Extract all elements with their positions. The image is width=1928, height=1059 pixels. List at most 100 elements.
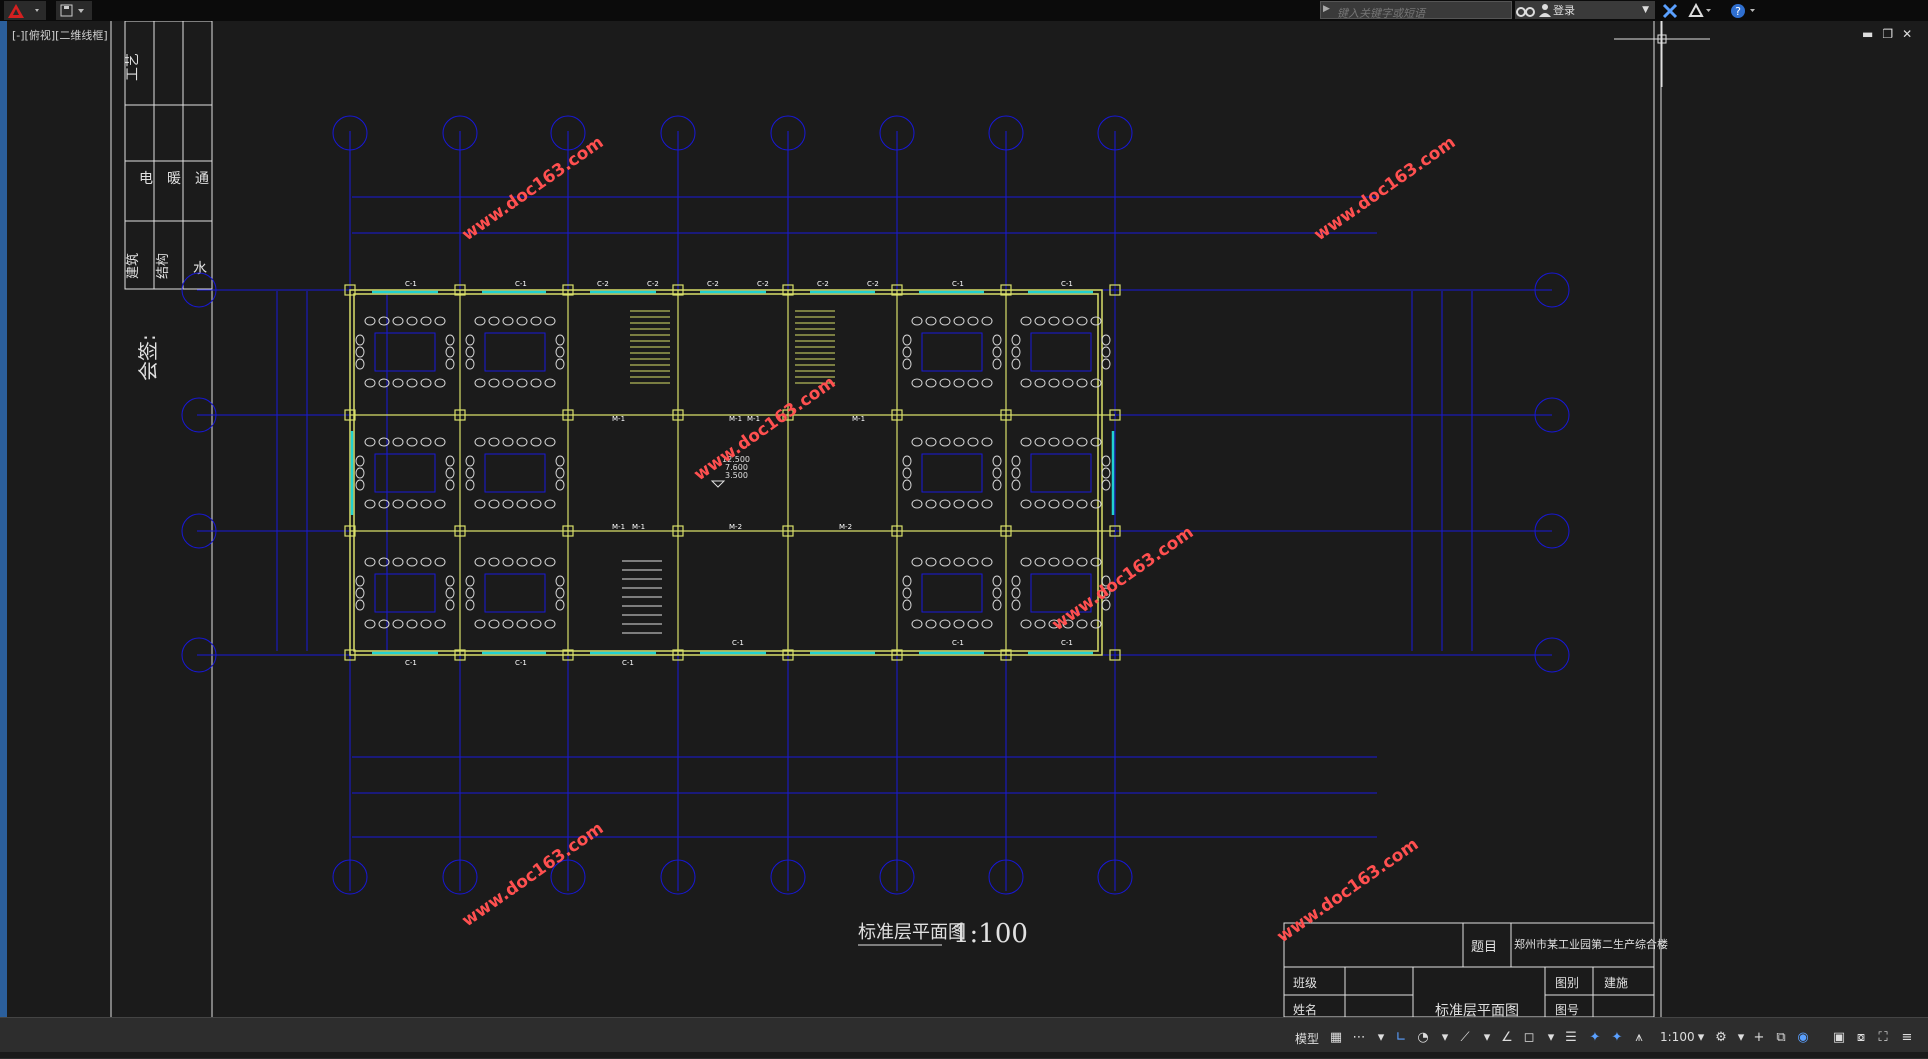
chair [434,499,446,509]
chair [1020,316,1032,326]
polar-tracking-icon[interactable]: ◔ [1414,1028,1432,1046]
signin-area[interactable]: 登录 ▼ [1515,1,1655,19]
left-edge-strip [0,21,7,1031]
chair [1101,334,1111,346]
title-block-number-label: 图号 [1555,1003,1579,1017]
chair [902,575,912,587]
window-label: C-2 [867,280,879,288]
chair [516,378,528,388]
chevron-down-icon[interactable]: ▼ [1642,5,1649,15]
chair [1020,499,1032,509]
isolate-objects-icon[interactable]: ◉ [1794,1028,1812,1046]
workspace-icon[interactable]: ⧇ [1852,1028,1870,1046]
window-label: C-1 [405,280,417,288]
selection-cycling-icon[interactable]: ◻ [1520,1028,1538,1046]
search-expand-icon[interactable]: ▶ [1323,4,1330,14]
lineweight-icon[interactable]: ☰ [1562,1028,1580,1046]
chair [1011,334,1021,346]
watermark-2: www.doc163.com [1310,132,1459,245]
chair [502,619,514,629]
chair [355,358,365,370]
meeting-table [374,453,436,493]
chair [406,437,418,447]
gear-icon[interactable]: ⚙ [1712,1028,1730,1046]
window-label: C-2 [647,280,659,288]
grid-display-icon[interactable]: ▦ [1327,1028,1345,1046]
menu-icon[interactable]: ≡ [1898,1028,1916,1046]
chair [406,499,418,509]
drawing-canvas[interactable]: 工艺 电 暖 通 建筑 结构 水 会签: C-1 C-1 C-2 C-2 C-2 C-2 C… [7,21,1921,1017]
chair [364,499,376,509]
chair [420,378,432,388]
object-snap-icon[interactable]: ⟋ [1456,1028,1474,1046]
search-box[interactable] [1320,1,1512,22]
annotation-visibility-icon[interactable]: ✦ [1586,1028,1604,1046]
binoculars-icon[interactable] [1515,2,1537,18]
chevron-down-icon[interactable]: ▾ [1542,1028,1560,1046]
snap-mode-icon[interactable]: ⋯ [1350,1028,1368,1046]
signin-label[interactable]: 登录 [1553,2,1575,18]
chair [555,479,565,491]
ortho-mode-icon[interactable]: ∟ [1392,1028,1410,1046]
chevron-down-icon[interactable]: ▾ [1732,1028,1750,1046]
chair [1011,455,1021,467]
chair [474,378,486,388]
user-icon [1539,4,1551,17]
chair [967,619,979,629]
chair [392,378,404,388]
chair [465,599,475,611]
fullscreen-icon[interactable]: ⛶ [1874,1028,1892,1046]
chair [992,346,1002,358]
chair [981,437,993,447]
clean-screen-icon[interactable]: ▣ [1830,1028,1848,1046]
chevron-down-icon[interactable]: ▾ [1372,1028,1390,1046]
chair [406,557,418,567]
chair [364,557,376,567]
model-tab[interactable]: 模型 [1295,1030,1319,1047]
chair [1020,619,1032,629]
application-menu-button[interactable] [4,1,46,20]
exchange-icon[interactable] [1660,1,1680,20]
chair [406,619,418,629]
chair [445,575,455,587]
annotation-scale-icon[interactable]: ⩚ [1630,1028,1648,1046]
quick-access-save-button[interactable] [56,1,92,20]
chair [1048,499,1060,509]
chair [406,378,418,388]
chair [953,557,965,567]
chair [355,575,365,587]
annotation-scale-value[interactable]: 1:100 [1660,1030,1695,1044]
auto-scale-icon[interactable]: ✦ [1608,1028,1626,1046]
chair [1011,587,1021,599]
plus-icon[interactable]: + [1750,1028,1768,1046]
autocad-logo-icon [8,3,39,18]
chair [992,455,1002,467]
chair [434,378,446,388]
search-input[interactable] [1321,5,1511,22]
chair [992,587,1002,599]
chair [502,378,514,388]
connect-icon[interactable] [1686,1,1716,20]
help-icon[interactable]: ? [1728,1,1762,20]
chair [364,437,376,447]
hardware-acceleration-icon[interactable]: ⧉ [1772,1028,1790,1046]
chair [1101,479,1111,491]
chevron-down-icon[interactable]: ▾ [1478,1028,1496,1046]
chair [465,334,475,346]
chevron-down-icon[interactable]: ▾ [1692,1028,1710,1046]
title-block-category-value: 建施 [1604,976,1628,990]
chair [1011,467,1021,479]
chair [981,316,993,326]
window-label: C-1 [732,639,744,647]
meeting-table [484,332,546,372]
title-block-drawing-name: 标准层平面图 [1435,1003,1519,1017]
chair [420,437,432,447]
chair [555,455,565,467]
window-label: C-2 [757,280,769,288]
chair [925,378,937,388]
dynamic-ucs-icon[interactable]: ∠ [1498,1028,1516,1046]
chevron-down-icon[interactable]: ▾ [1436,1028,1454,1046]
chair [1090,619,1102,629]
chair [902,599,912,611]
window-label: C-2 [817,280,829,288]
